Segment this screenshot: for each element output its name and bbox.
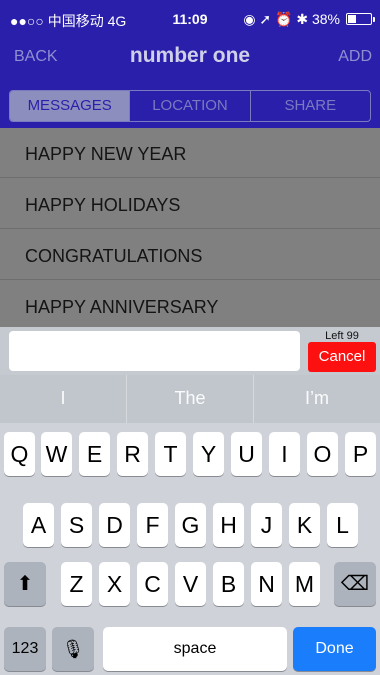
tab-location[interactable]: LOCATION (130, 91, 251, 121)
key-b[interactable]: B (213, 562, 244, 606)
message-list: HAPPY NEW YEAR HAPPY HOLIDAYS CONGRATULA… (0, 128, 380, 328)
message-item[interactable]: HAPPY ANNIVERSARY (0, 281, 380, 331)
navigation-bar: BACK number one ADD (0, 40, 380, 78)
cancel-button[interactable]: Cancel (308, 342, 376, 372)
key-e[interactable]: E (79, 432, 110, 476)
key-l[interactable]: L (327, 503, 358, 547)
key-f[interactable]: F (137, 503, 168, 547)
segmented-control: MESSAGES LOCATION SHARE (9, 90, 371, 122)
key-c[interactable]: C (137, 562, 168, 606)
key-x[interactable]: X (99, 562, 130, 606)
key-d[interactable]: D (99, 503, 130, 547)
key-u[interactable]: U (231, 432, 262, 476)
keyboard: I The I’m Q W E R T Y U I O P A S D F G … (0, 375, 380, 675)
key-s[interactable]: S (61, 503, 92, 547)
message-item[interactable]: HAPPY NEW YEAR (0, 128, 380, 178)
shift-key[interactable]: ⬆ (4, 562, 46, 606)
numbers-key[interactable]: 123 (4, 627, 46, 671)
header-area: ●●○○ 中国移动 4G 11:09 ◉ ➚ ⏰ ✱ 38% BACK numb… (0, 0, 380, 128)
key-t[interactable]: T (155, 432, 186, 476)
prediction-item[interactable]: The (127, 375, 254, 423)
message-label: HAPPY ANNIVERSARY (25, 297, 219, 317)
key-g[interactable]: G (175, 503, 206, 547)
key-a[interactable]: A (23, 503, 54, 547)
message-input[interactable] (9, 331, 300, 371)
key-r[interactable]: R (117, 432, 148, 476)
message-item[interactable]: CONGRATULATIONS (0, 230, 380, 280)
key-m[interactable]: M (289, 562, 320, 606)
battery-level (348, 15, 357, 23)
message-label: HAPPY NEW YEAR (25, 144, 187, 164)
space-key[interactable]: space (103, 627, 287, 671)
key-n[interactable]: N (251, 562, 282, 606)
page-title: number one (129, 44, 251, 67)
done-key[interactable]: Done (293, 627, 376, 671)
key-j[interactable]: J (251, 503, 282, 547)
prediction-item[interactable]: I (0, 375, 127, 423)
prediction-bar: I The I’m (0, 375, 380, 423)
characters-left: Left 99 (325, 330, 359, 342)
key-z[interactable]: Z (61, 562, 92, 606)
key-k[interactable]: K (289, 503, 320, 547)
key-p[interactable]: P (345, 432, 376, 476)
battery-icon (346, 13, 375, 25)
key-o[interactable]: O (307, 432, 338, 476)
status-indicators: ◉ ➚ ⏰ ✱ 38% (243, 11, 340, 27)
microphone-key[interactable]: 🎙 (52, 627, 94, 671)
message-label: CONGRATULATIONS (25, 246, 203, 266)
tab-share[interactable]: SHARE (251, 91, 370, 121)
prediction-item[interactable]: I’m (254, 375, 380, 423)
input-bar: Left 99 Cancel (0, 327, 380, 375)
key-h[interactable]: H (213, 503, 244, 547)
key-i[interactable]: I (269, 432, 300, 476)
key-y[interactable]: Y (193, 432, 224, 476)
delete-key[interactable]: ⌫ (334, 562, 376, 606)
key-v[interactable]: V (175, 562, 206, 606)
message-label: HAPPY HOLIDAYS (25, 195, 181, 215)
status-bar: ●●○○ 中国移动 4G 11:09 ◉ ➚ ⏰ ✱ 38% (0, 0, 380, 40)
key-w[interactable]: W (41, 432, 72, 476)
add-button[interactable]: ADD (338, 48, 372, 66)
tab-messages[interactable]: MESSAGES (10, 91, 131, 121)
key-q[interactable]: Q (4, 432, 35, 476)
message-item[interactable]: HAPPY HOLIDAYS (0, 179, 380, 229)
